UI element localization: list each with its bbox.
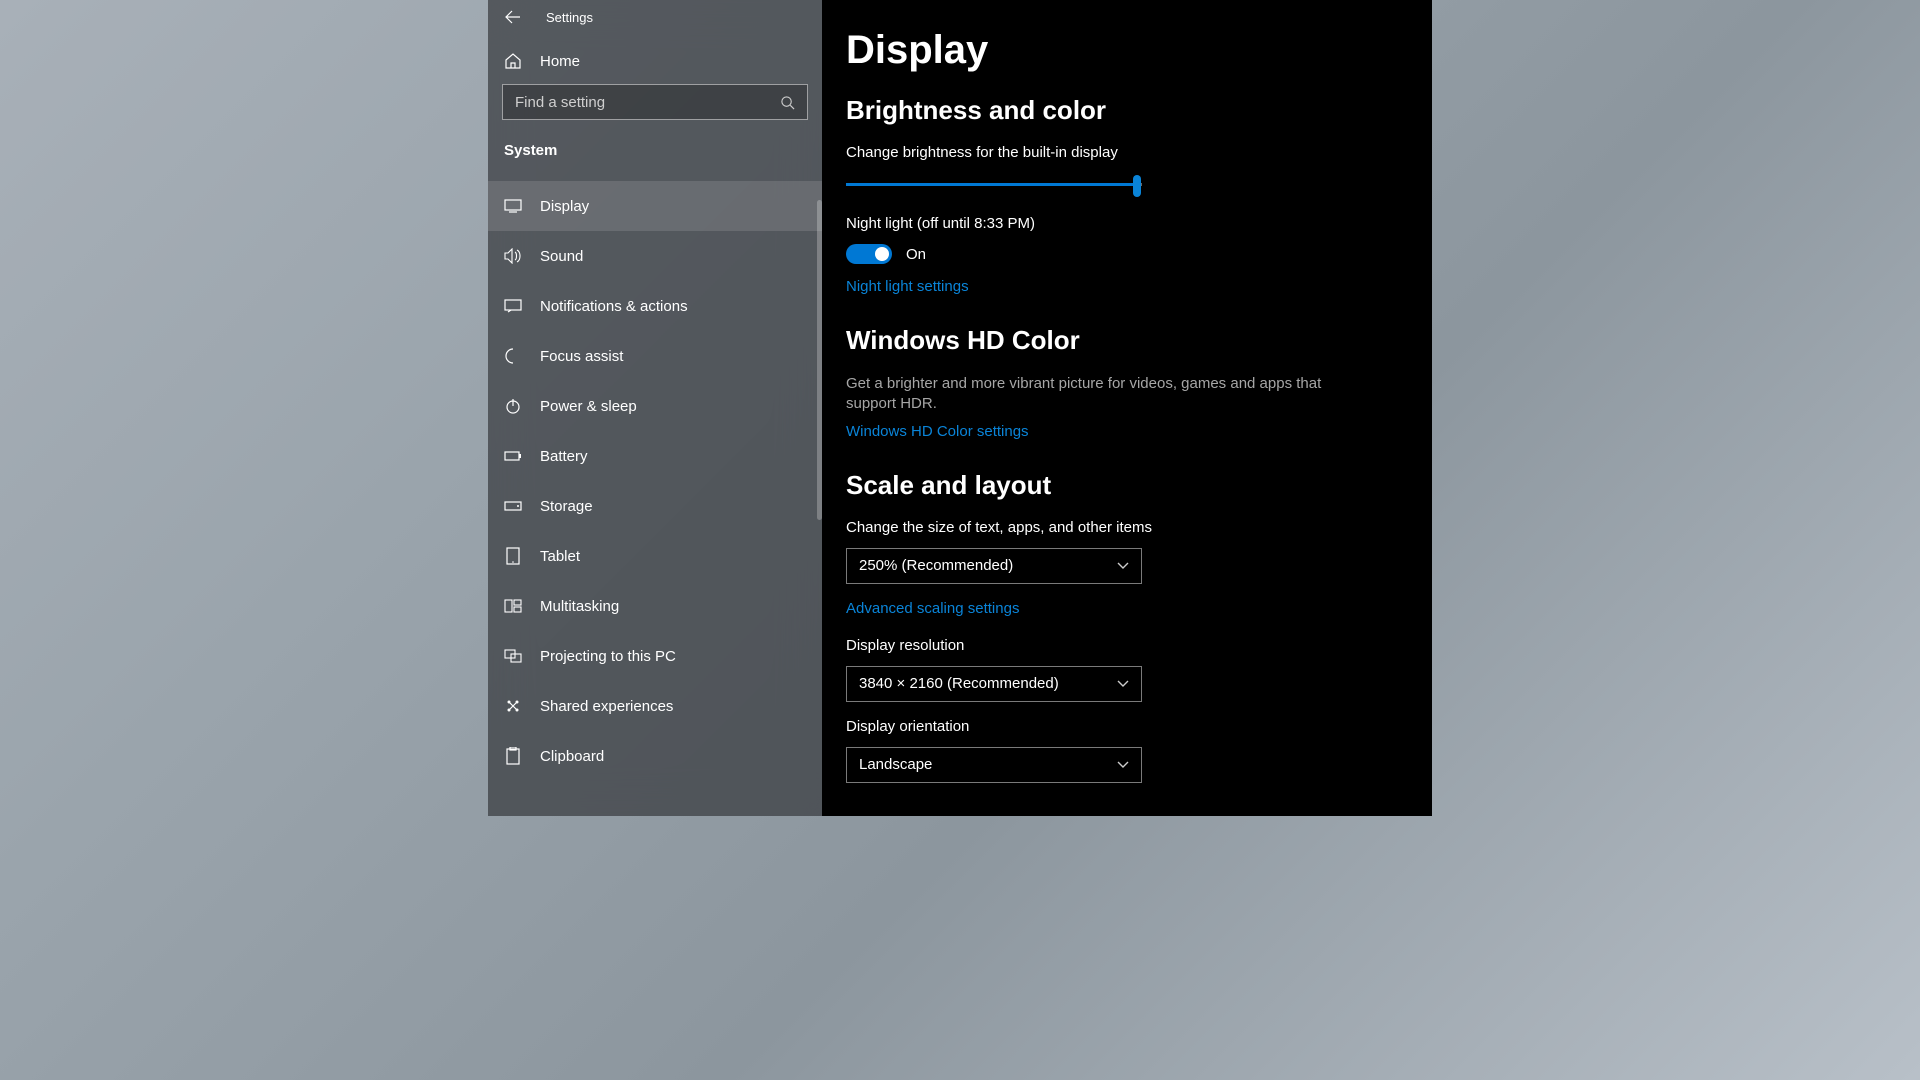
nav-item-display[interactable]: Display [488,181,822,231]
night-light-label: Night light (off until 8:33 PM) [846,215,1408,232]
home-icon [504,52,522,70]
main-panel: Display Brightness and color Change brig… [822,0,1432,816]
nav-item-label: Tablet [540,548,580,565]
chevron-down-icon [1117,562,1129,570]
category-header: System [488,138,822,181]
storage-icon [504,501,522,511]
nav-item-battery[interactable]: Battery [488,431,822,481]
orientation-dropdown-value: Landscape [859,756,932,773]
nav-item-tablet[interactable]: Tablet [488,531,822,581]
nav-item-label: Power & sleep [540,398,637,415]
scale-size-label: Change the size of text, apps, and other… [846,519,1408,536]
sound-icon [504,248,522,264]
section-brightness-title: Brightness and color [846,95,1408,126]
orientation-label: Display orientation [846,718,1408,735]
nav-item-label: Projecting to this PC [540,648,676,665]
scale-dropdown-value: 250% (Recommended) [859,557,1013,574]
advanced-scaling-link[interactable]: Advanced scaling settings [846,600,1019,617]
window-title: Settings [546,10,593,25]
nav-item-label: Focus assist [540,348,623,365]
nav-list: Display Sound Notifications & actions Fo… [488,181,822,781]
display-icon [504,199,522,213]
search-container [488,84,822,138]
brightness-slider-label: Change brightness for the built-in displ… [846,144,1408,161]
chevron-down-icon [1117,761,1129,769]
slider-fill [846,183,1136,186]
nav-item-multitasking[interactable]: Multitasking [488,581,822,631]
battery-icon [504,450,522,462]
resolution-dropdown[interactable]: 3840 × 2160 (Recommended) [846,666,1142,702]
resolution-label: Display resolution [846,637,1408,654]
settings-window: Settings Home System Display [488,0,1432,816]
notifications-icon [504,299,522,313]
search-input[interactable] [515,94,780,111]
section-hdcolor-title: Windows HD Color [846,325,1408,356]
focus-assist-icon [504,348,522,364]
nav-item-label: Sound [540,248,583,265]
nav-home-label: Home [540,53,580,70]
sidebar: Settings Home System Display [488,0,822,816]
search-icon [780,95,795,110]
multitasking-icon [504,599,522,613]
section-scale-title: Scale and layout [846,470,1408,501]
power-icon [504,398,522,414]
toggle-knob [875,247,889,261]
nav-item-clipboard[interactable]: Clipboard [488,731,822,781]
hdcolor-description: Get a brighter and more vibrant picture … [846,374,1326,415]
page-title: Display [846,28,1408,73]
night-light-toggle-row: On [846,244,1408,264]
night-light-toggle[interactable] [846,244,892,264]
nav-home[interactable]: Home [488,34,822,84]
chevron-down-icon [1117,680,1129,688]
shared-icon [504,698,522,714]
projecting-icon [504,649,522,663]
nav-item-label: Clipboard [540,748,604,765]
nav-item-projecting[interactable]: Projecting to this PC [488,631,822,681]
back-button[interactable] [504,8,522,26]
night-light-state: On [906,246,926,263]
night-light-settings-link[interactable]: Night light settings [846,278,969,295]
clipboard-icon [504,747,522,765]
nav-item-storage[interactable]: Storage [488,481,822,531]
nav-item-sound[interactable]: Sound [488,231,822,281]
nav-item-notifications[interactable]: Notifications & actions [488,281,822,331]
scale-dropdown[interactable]: 250% (Recommended) [846,548,1142,584]
nav-item-label: Notifications & actions [540,298,688,315]
nav-item-power-sleep[interactable]: Power & sleep [488,381,822,431]
orientation-dropdown[interactable]: Landscape [846,747,1142,783]
arrow-left-icon [505,9,521,25]
nav-item-shared-experiences[interactable]: Shared experiences [488,681,822,731]
nav-item-label: Display [540,198,589,215]
titlebar: Settings [488,0,822,34]
hdcolor-settings-link[interactable]: Windows HD Color settings [846,423,1029,440]
slider-thumb[interactable] [1133,175,1141,197]
resolution-dropdown-value: 3840 × 2160 (Recommended) [859,675,1059,692]
nav-item-label: Multitasking [540,598,619,615]
nav-item-label: Shared experiences [540,698,673,715]
brightness-slider[interactable] [846,173,1142,197]
nav-item-focus-assist[interactable]: Focus assist [488,331,822,381]
nav-item-label: Battery [540,448,588,465]
nav-item-label: Storage [540,498,593,515]
search-box[interactable] [502,84,808,120]
tablet-icon [504,547,522,565]
